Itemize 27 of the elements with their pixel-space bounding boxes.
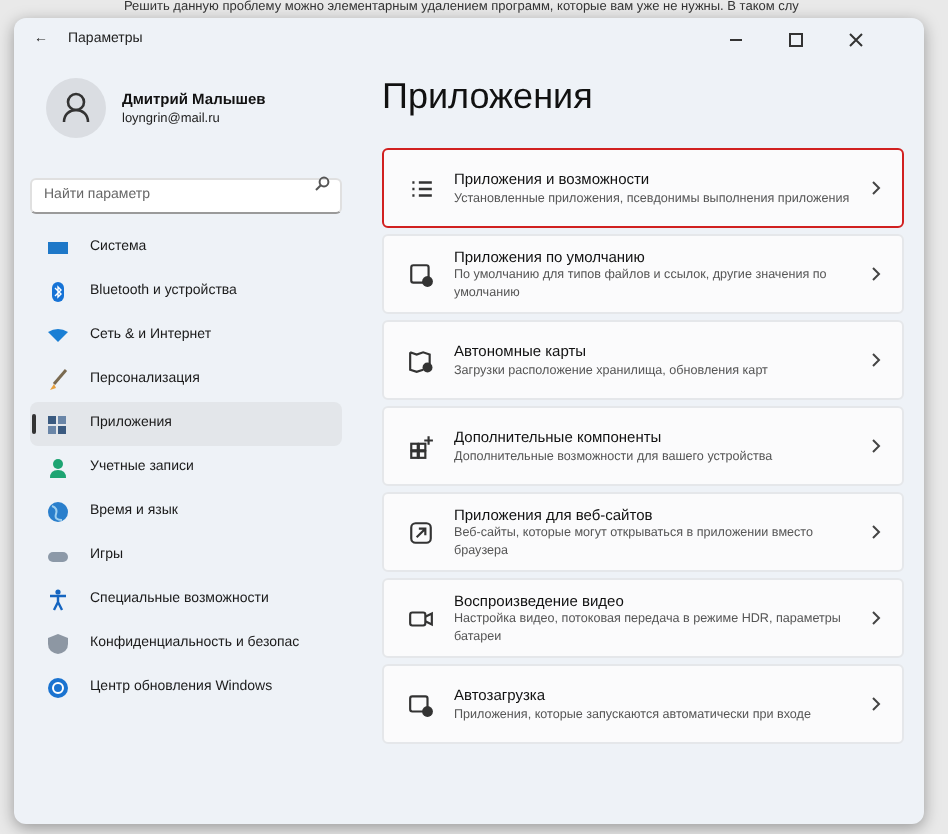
web-app-icon [408,519,434,545]
chevron-icon [870,180,882,196]
bluetooth-icon [46,280,70,304]
avatar [46,78,106,138]
page-title: Приложения [382,74,595,120]
chevron-icon [870,524,882,540]
close-icon[interactable] [848,32,864,48]
globe-icon [46,500,70,524]
startup-icon [408,691,434,717]
chevron-icon [870,352,882,368]
person-icon [46,456,70,480]
chevron-icon [870,610,882,626]
display-icon [46,236,70,260]
chevron-icon [870,438,882,454]
apps-icon [46,412,70,436]
search-icon [314,176,330,192]
video-icon [408,605,434,631]
map-icon [408,347,434,373]
accessibility-icon [46,588,70,612]
maximize-icon[interactable] [788,32,804,48]
brush-icon [46,368,70,392]
list-icon [408,175,434,201]
add-grid-icon [408,433,434,459]
wifi-icon [46,324,70,348]
chevron-icon [870,696,882,712]
chevron-icon [870,266,882,282]
shield-icon [46,632,70,656]
